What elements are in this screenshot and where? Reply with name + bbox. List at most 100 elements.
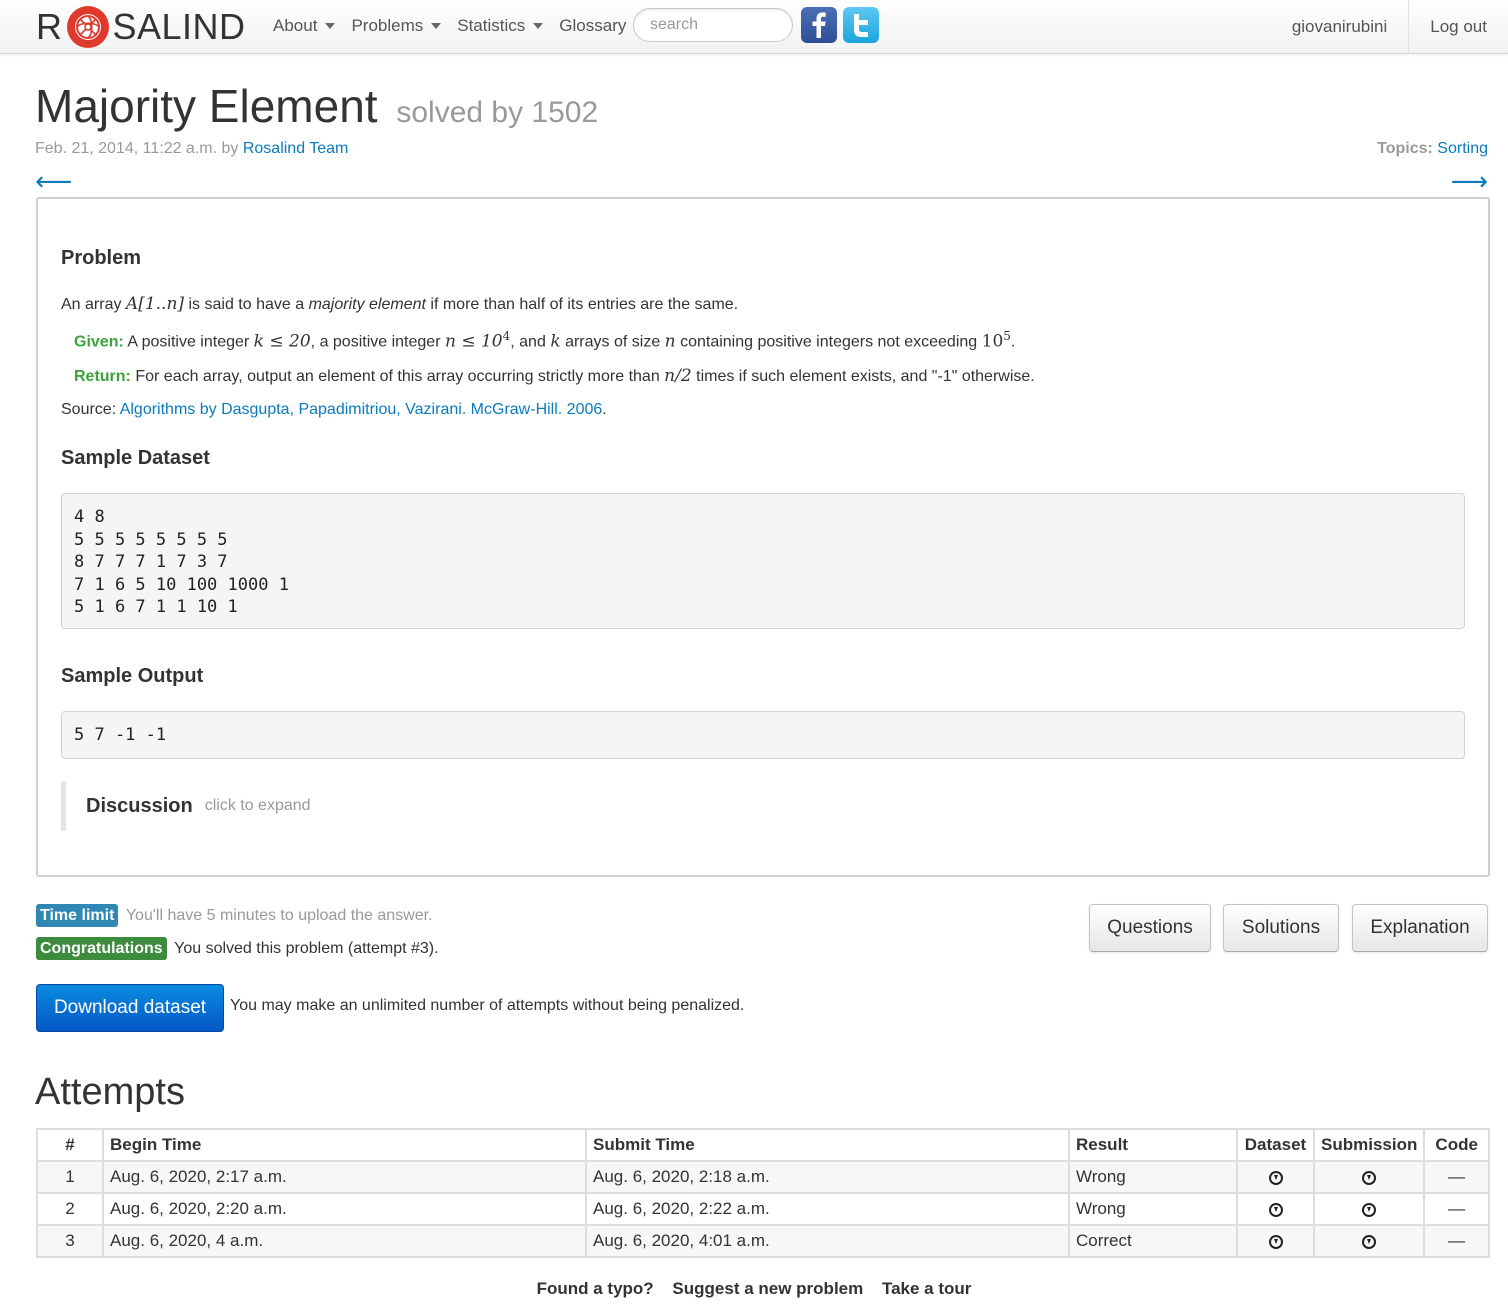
discussion-title: Discussion <box>86 794 193 817</box>
download-circle-icon[interactable] <box>1268 1170 1283 1185</box>
return-text: For each array, output an element of thi… <box>135 368 660 385</box>
download-circle-icon[interactable] <box>1268 1202 1283 1217</box>
solutions-button[interactable]: Solutions <box>1223 904 1339 952</box>
given-text: arrays of size <box>565 333 661 351</box>
dataset-cell <box>1236 1224 1315 1258</box>
submission-cell <box>1312 1160 1426 1194</box>
download-circle-icon[interactable] <box>1362 1170 1377 1185</box>
submit-time: Aug. 6, 2020, 2:18 a.m. <box>585 1160 1070 1194</box>
code-cell: — <box>1423 1160 1490 1194</box>
given-math: k <box>550 331 561 352</box>
questions-button[interactable]: Questions <box>1089 904 1211 952</box>
sample-dataset-code: 4 8 5 5 5 5 5 5 5 5 8 7 7 7 1 7 3 7 7 1 … <box>61 493 1465 629</box>
suggest-problem-link[interactable]: Suggest a new problem <box>672 1279 863 1298</box>
brand-letter-r: R <box>36 6 63 47</box>
column-header: Submission <box>1312 1128 1426 1162</box>
intro-math: A[1..n] <box>125 294 185 314</box>
begin-time: Aug. 6, 2020, 2:20 a.m. <box>102 1192 587 1226</box>
return-math: n/2 <box>664 366 692 386</box>
table-header-row: # Begin Time Submit Time Result Dataset … <box>36 1128 1490 1162</box>
given-math: n ≤ 10 <box>444 331 503 352</box>
table-row: 1 Aug. 6, 2020, 2:17 a.m. Aug. 6, 2020, … <box>36 1160 1490 1194</box>
time-limit-status: Time limit You'll have 5 minutes to uplo… <box>36 904 433 927</box>
return-paragraph: Return: For each array, output an elemen… <box>74 366 1035 386</box>
given-end: . <box>1010 333 1016 351</box>
given-number: 10 <box>981 331 1004 352</box>
author-link[interactable]: Rosalind Team <box>243 140 349 157</box>
column-header: Result <box>1068 1128 1238 1162</box>
column-header: Begin Time <box>102 1128 587 1162</box>
download-circle-icon[interactable] <box>1362 1234 1377 1249</box>
page-title: Majority Element solved by 1502 <box>35 80 598 139</box>
dataset-cell <box>1236 1160 1315 1194</box>
menu-problems[interactable]: Problems <box>351 16 442 36</box>
submission-cell <box>1312 1192 1426 1226</box>
menu-about[interactable]: About <box>273 16 336 36</box>
submit-time: Aug. 6, 2020, 4:01 a.m. <box>585 1224 1070 1258</box>
problem-title: Majority Element <box>35 80 378 132</box>
intro-text: if more than half of its entries are the… <box>430 296 739 313</box>
source-label: Source: <box>61 401 117 418</box>
previous-problem-arrow-icon[interactable]: ⟵ <box>35 166 72 196</box>
sample-output-heading: Sample Output <box>61 665 204 687</box>
given-text: containing positive integers not exceedi… <box>680 333 978 351</box>
found-typo-link[interactable]: Found a typo? <box>537 1279 654 1298</box>
chevron-down-icon <box>533 23 544 29</box>
explanation-button[interactable]: Explanation <box>1352 904 1488 952</box>
user-menu: giovanirubini Log out <box>1271 0 1508 54</box>
time-limit-badge: Time limit <box>36 904 119 927</box>
intro-text: An array <box>61 296 122 313</box>
brand-name: SALIND <box>112 6 246 47</box>
menu-glossary[interactable]: Glossary <box>559 16 626 36</box>
username-link[interactable]: giovanirubini <box>1271 0 1408 54</box>
given-label: Given: <box>74 333 124 351</box>
glossary-term: majority element <box>308 296 426 313</box>
next-problem-arrow-icon[interactable]: ⟶ <box>1451 166 1488 196</box>
column-header: # <box>36 1128 104 1162</box>
given-math: n <box>664 331 676 352</box>
take-tour-link[interactable]: Take a tour <box>882 1279 971 1298</box>
submission-cell <box>1312 1224 1426 1258</box>
code-cell: — <box>1423 1192 1490 1226</box>
intro-text: is said to have a <box>188 296 305 313</box>
topic-link[interactable]: Sorting <box>1437 140 1488 157</box>
menu-statistics[interactable]: Statistics <box>457 16 544 36</box>
congratulations-badge: Congratulations <box>36 937 167 960</box>
menu-statistics-label: Statistics <box>457 16 526 35</box>
return-label: Return: <box>74 368 131 385</box>
problem-box: Problem An array A[1..n] is said to have… <box>36 197 1490 877</box>
column-header: Dataset <box>1236 1128 1315 1162</box>
attempts-heading: Attempts <box>35 1071 185 1113</box>
given-text: , and <box>510 333 546 351</box>
publish-date: Feb. 21, 2014, 11:22 a.m. by <box>35 140 239 157</box>
facebook-icon[interactable] <box>801 7 837 43</box>
brand-logo-link[interactable]: R SALIND <box>36 4 246 50</box>
discussion-toggle[interactable]: Discussion click to expand <box>61 781 361 831</box>
menu-problems-label: Problems <box>351 16 424 35</box>
chevron-down-icon <box>431 23 442 29</box>
solved-by-count: solved by 1502 <box>396 96 599 129</box>
download-dataset-button[interactable]: Download dataset <box>36 984 224 1032</box>
given-math: k ≤ 20 <box>253 331 311 352</box>
code-cell: — <box>1423 1224 1490 1258</box>
given-paragraph: Given: A positive integer k ≤ 20, a posi… <box>74 329 1015 351</box>
twitter-icon[interactable] <box>843 7 879 43</box>
source-paragraph: Source: Algorithms by Dasgupta, Papadimi… <box>61 401 607 419</box>
problem-heading: Problem <box>61 247 142 269</box>
given-exponent: 5 <box>1003 329 1011 343</box>
logout-link[interactable]: Log out <box>1408 0 1508 54</box>
column-header: Code <box>1423 1128 1490 1162</box>
search-input[interactable] <box>633 8 793 42</box>
result: Correct <box>1068 1224 1238 1258</box>
source-link[interactable]: Algorithms by Dasgupta, Papadimitriou, V… <box>120 401 603 418</box>
menu-glossary-label: Glossary <box>559 16 627 35</box>
given-text: , a positive integer <box>310 333 441 351</box>
congratulations-status: Congratulations You solved this problem … <box>36 937 439 960</box>
download-circle-icon[interactable] <box>1362 1202 1377 1217</box>
download-circle-icon[interactable] <box>1268 1234 1283 1249</box>
topics: Topics: Sorting <box>1377 140 1488 158</box>
given-text: A positive integer <box>127 333 250 351</box>
source-end: . <box>602 401 607 418</box>
footer: Found a typo? Suggest a new problem Take… <box>0 1279 1508 1299</box>
problem-meta: Feb. 21, 2014, 11:22 a.m. by Rosalind Te… <box>35 140 348 158</box>
